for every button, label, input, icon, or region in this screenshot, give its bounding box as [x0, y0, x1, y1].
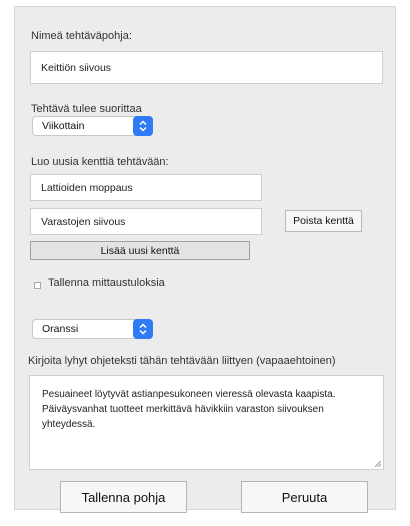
field-input-2[interactable]: Varastojen siivous: [30, 208, 262, 235]
instructions-textarea[interactable]: Pesuaineet löytyvät astianpesukoneen vie…: [29, 375, 384, 470]
template-name-value: Keittiön siivous: [41, 61, 112, 74]
instructions-label: Kirjoita lyhyt ohjeteksti tähän tehtävää…: [28, 355, 336, 367]
color-select[interactable]: Oranssi: [32, 319, 153, 339]
measurements-checkbox[interactable]: [34, 282, 41, 289]
save-template-button[interactable]: Tallenna pohja: [60, 481, 187, 513]
frequency-select[interactable]: Viikottain: [32, 116, 153, 136]
chevron-updown-icon: [133, 319, 153, 339]
template-name-label: Nimeä tehtäväpohja:: [31, 30, 132, 42]
template-name-input[interactable]: Keittiön siivous: [30, 51, 383, 84]
cancel-button[interactable]: Peruuta: [241, 481, 368, 513]
frequency-label: Tehtävä tulee suorittaa: [31, 103, 142, 115]
new-fields-label: Luo uusia kenttiä tehtävään:: [31, 156, 169, 168]
measurements-label: Tallenna mittaustuloksia: [48, 277, 165, 289]
add-field-button[interactable]: Lisää uusi kenttä: [30, 241, 250, 260]
chevron-updown-icon: [133, 116, 153, 136]
field-input-1-value: Lattioiden moppaus: [41, 181, 133, 194]
field-input-2-value: Varastojen siivous: [41, 215, 126, 228]
instructions-line-3: yhteydessä.: [42, 419, 96, 430]
frequency-selected-value: Viikottain: [42, 120, 85, 132]
remove-field-button[interactable]: Poista kenttä: [285, 210, 362, 232]
instructions-line-1: Pesuaineet löytyvät astianpesukoneen vie…: [42, 389, 336, 400]
resize-grip-icon[interactable]: [374, 460, 381, 467]
template-form-panel: Nimeä tehtäväpohja: Keittiön siivous Teh…: [14, 6, 396, 513]
instructions-line-2: Päiväysvanhat tuotteet merkittävä hävikk…: [42, 404, 324, 415]
field-input-1[interactable]: Lattioiden moppaus: [30, 174, 262, 201]
color-selected-value: Oranssi: [42, 323, 79, 335]
